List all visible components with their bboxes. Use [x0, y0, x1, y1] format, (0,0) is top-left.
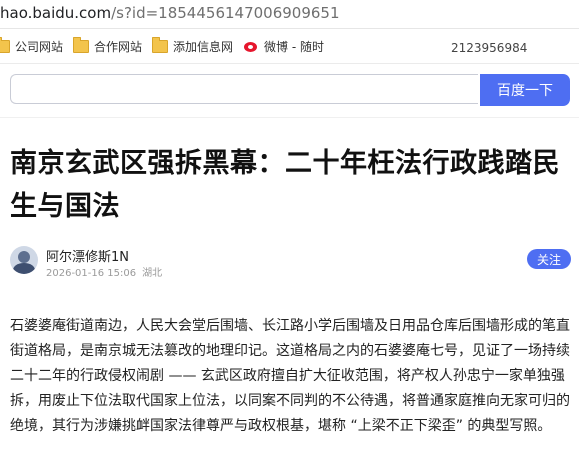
- bookmark-weibo[interactable]: 微博 - 随时: [244, 38, 324, 54]
- article-meta: 2026-01-16 15:06 湖北: [46, 264, 168, 279]
- publish-date: 2026-01-16 15:06: [46, 268, 137, 279]
- baidu-search-button[interactable]: 百度一下: [480, 74, 570, 106]
- follow-button[interactable]: 关注: [527, 249, 571, 269]
- author-name[interactable]: 阿尔漂修斯1N: [46, 246, 129, 265]
- search-input[interactable]: [10, 74, 478, 104]
- divider: [0, 117, 579, 118]
- bookmark-add-info-site[interactable]: 添加信息网: [152, 36, 234, 54]
- search-bar: 百度一下: [10, 74, 570, 106]
- address-bar[interactable]: hao.baidu.com/s?id=1854456147006909651: [0, 0, 579, 29]
- url-host: hao.baidu.com: [0, 4, 112, 22]
- bookmark-label: 微博 - 随时: [264, 39, 324, 54]
- url-path: /s?id=1854456147006909651: [111, 4, 340, 22]
- bookmark-label: 添加信息网: [173, 39, 234, 54]
- bookmark-label: 合作网站: [94, 39, 143, 54]
- folder-icon: [0, 36, 10, 53]
- ip-location: 湖北: [142, 268, 163, 279]
- article-body: 石婆婆庵街道南边，人民大会堂后围墙、长江路小学后围墙及日用品仓库后围墙形成的笔直…: [10, 318, 570, 434]
- url-text[interactable]: hao.baidu.com/s?id=1854456147006909651: [0, 3, 340, 23]
- avatar[interactable]: [10, 246, 38, 274]
- phone-number: 2123956984: [451, 41, 528, 55]
- folder-icon: [152, 36, 168, 53]
- bookmark-label: 公司网站: [15, 39, 64, 54]
- weibo-icon: [244, 40, 259, 52]
- folder-icon: [73, 36, 89, 53]
- author-row: 阿尔漂修斯1N 2026-01-16 15:06 湖北 关注: [10, 244, 571, 279]
- bookmark-partner-site[interactable]: 合作网站: [73, 36, 143, 54]
- bookmark-company-site[interactable]: 公司网站: [0, 36, 64, 54]
- article-title: 南京玄武区强拆黑幕：二十年枉法行政践踏民生与国法: [10, 148, 560, 222]
